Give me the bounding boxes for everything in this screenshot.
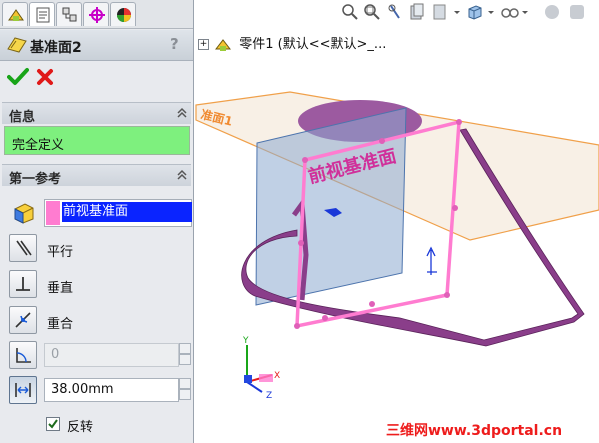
frame-handle[interactable] [294,323,300,329]
hide-show-icon[interactable] [500,3,520,21]
zoom-to-fit-icon[interactable] [341,3,359,21]
help-button[interactable]: ? [170,35,179,53]
ok-button[interactable] [7,67,29,87]
property-manager-icon [36,7,50,23]
message-section-title: 信息 [9,110,36,125]
parallel-icon [16,240,32,256]
frame-handle[interactable] [444,292,450,298]
flip-label: 反转 [67,420,94,435]
first-reference-title: 第一参考 [9,172,62,187]
model-view[interactable]: 前视基准面 准面1 Y X Z [194,0,599,443]
scene-icon[interactable] [543,3,561,21]
status-message: 完全定义 [4,126,190,155]
tab-display-manager[interactable] [110,2,136,26]
property-manager-panel: 基准面2 ? 信息 完全定义 第一参考 前视基准面 平行 垂直 重合 0 38.… [0,0,194,443]
reference-color-swatch [46,201,60,225]
display-style-icon[interactable] [568,3,586,21]
reference-selection-item[interactable]: 前视基准面 [62,202,192,222]
part-icon [8,9,24,21]
angle-icon [16,348,31,363]
frame-handle[interactable] [322,315,328,321]
frame-handle[interactable] [379,138,385,144]
tab-configuration-manager[interactable] [56,2,82,26]
dynamic-annotation-icon[interactable] [431,3,449,21]
flip-checkbox[interactable] [46,417,60,431]
manager-tabs [0,0,193,29]
config-icon [62,7,77,22]
page-title: 基准面2 [30,40,82,56]
property-manager-header: 基准面2 ? [0,30,193,61]
perpendicular-button[interactable] [9,270,37,298]
expand-toggle[interactable]: + [198,39,209,50]
distance-spinner[interactable] [179,378,191,402]
previous-view-icon[interactable] [386,3,404,21]
tab-feature-manager[interactable] [2,2,28,26]
distance-input[interactable]: 38.00mm [44,378,179,402]
collapse-icon[interactable] [176,169,188,181]
perpendicular-icon [16,277,30,291]
heads-up-view-toolbar [340,0,599,26]
svg-text:Z: Z [266,391,272,401]
section-view-icon[interactable] [408,3,426,21]
front-plane [255,107,407,306]
normal-arrow-icon [426,246,437,275]
part-icon [215,38,232,51]
appearance-icon [117,8,131,22]
collapse-icon[interactable] [176,107,188,119]
feature-tree-flyout[interactable]: + 零件1 (默认<<默认>_... [198,33,386,52]
origin-icon [89,7,105,23]
svg-text:Y: Y [242,336,249,346]
coincident-icon [15,312,31,328]
angle-button[interactable] [9,341,37,369]
status-text: 完全定义 [12,138,65,153]
frame-handle[interactable] [302,157,308,163]
frame-handle[interactable] [369,301,375,307]
first-reference-section-header[interactable]: 第一参考 [2,164,191,187]
reference-selection-box[interactable]: 前视基准面 [44,199,192,227]
svg-text:X: X [274,371,280,381]
parallel-button[interactable] [9,234,37,262]
triad-icon: Y X Z [242,336,280,401]
frame-handle[interactable] [452,205,458,211]
watermark: 三维网www.3dportal.cn [383,419,599,443]
chevron-down-icon[interactable] [521,3,529,21]
frame-handle[interactable] [298,240,304,246]
view-orientation-icon[interactable] [466,3,484,21]
part-name[interactable]: 零件1 (默认<<默认>_... [239,37,386,52]
coincident-label: 重合 [47,317,74,332]
zoom-area-icon[interactable] [363,3,381,21]
frame-handle[interactable] [456,119,462,125]
graphics-area[interactable]: 前视基准面 准面1 Y X Z [194,0,599,443]
message-section-header[interactable]: 信息 [2,102,191,125]
parallel-label: 平行 [47,245,74,260]
plane-icon [7,37,27,53]
chevron-down-icon[interactable] [487,3,495,21]
chevron-down-icon[interactable] [453,3,461,21]
perpendicular-label: 垂直 [47,281,74,296]
tab-property-manager[interactable] [29,2,55,26]
offset-distance-button[interactable] [9,376,37,404]
reference-entity-icon [14,203,34,224]
angle-input[interactable]: 0 [44,343,179,367]
tab-dimxpert-manager[interactable] [83,2,109,26]
checkmark-icon [48,419,58,429]
coincident-button[interactable] [9,306,37,334]
angle-spinner[interactable] [179,343,191,367]
offset-distance-icon [15,383,31,397]
cancel-button[interactable] [36,68,54,86]
